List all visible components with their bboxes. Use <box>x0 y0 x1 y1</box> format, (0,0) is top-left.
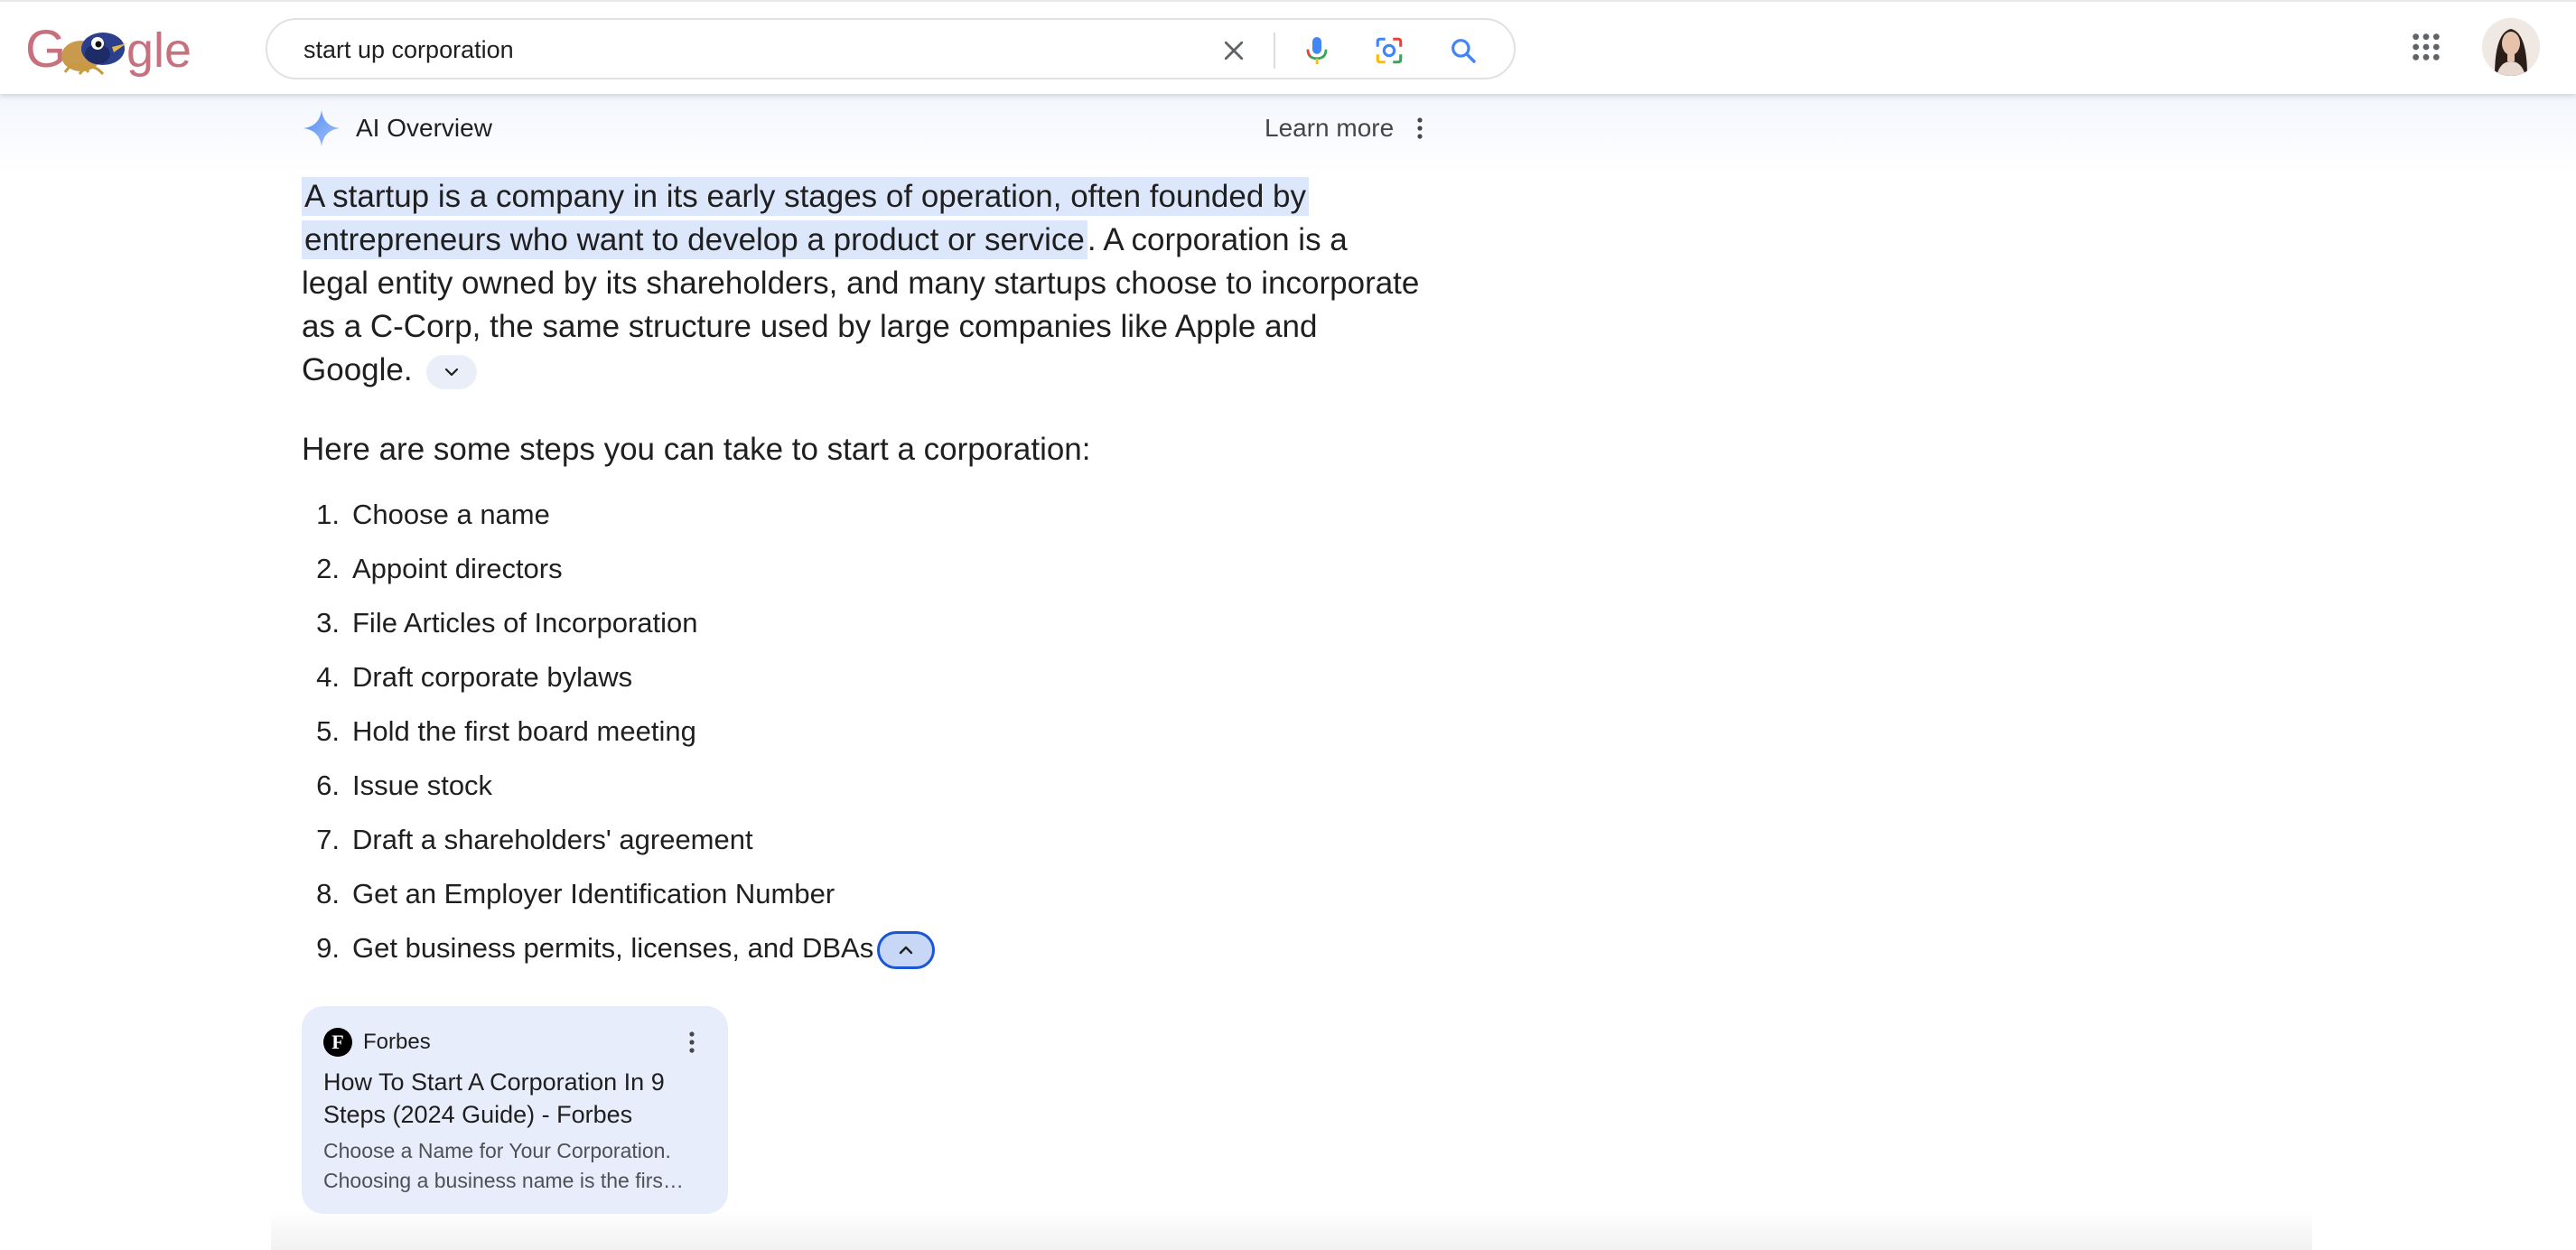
svg-text:G: G <box>25 20 66 79</box>
top-bar: G gle <box>0 0 2576 94</box>
step-number: 3. <box>316 607 340 639</box>
step-text: Draft a shareholders' agreement <box>352 824 753 855</box>
profile-photo-icon <box>2482 18 2540 76</box>
list-item: 2. Appoint directors <box>302 542 1386 596</box>
source-name: Forbes <box>363 1030 431 1054</box>
step-text: Draft corporate bylaws <box>352 661 633 693</box>
step-text: Issue stock <box>352 770 493 801</box>
step-text: Get business permits, licenses, and DBAs <box>352 932 874 964</box>
hide-sources-button[interactable] <box>877 930 936 969</box>
list-item: 8. Get an Employer Identification Number <box>302 867 1386 921</box>
list-item: 9. Get business permits, licenses, and DB… <box>302 921 1386 975</box>
apps-grid-icon <box>2413 33 2440 61</box>
image-search-button[interactable] <box>1369 31 1409 70</box>
step-number: 6. <box>316 770 340 801</box>
search-submit-button[interactable] <box>1443 31 1483 70</box>
svg-text:gle: gle <box>126 23 191 78</box>
step-number: 5. <box>316 715 340 747</box>
source-title[interactable]: How To Start A Corporation In 9 Steps (2… <box>323 1066 712 1131</box>
list-item: 6. Issue stock <box>302 759 1386 813</box>
step-text: Choose a name <box>352 499 550 530</box>
step-text: Get an Employer Identification Number <box>352 878 835 910</box>
ai-overview-title: AI Overview <box>356 114 492 142</box>
more-vert-icon <box>689 1031 695 1053</box>
step-number: 4. <box>316 661 340 693</box>
summary-highlight-line1[interactable]: A startup is a company in its early stag… <box>302 177 1309 216</box>
step-number: 8. <box>316 878 340 910</box>
step-number: 9. <box>316 932 340 964</box>
bottom-fade <box>271 1210 2312 1250</box>
source-menu-button[interactable] <box>681 1026 703 1059</box>
steps-list: 1. Choose a name 2. Appoint directors 3. Fi… <box>302 488 1386 975</box>
list-item: 4. Draft corporate bylaws <box>302 650 1386 704</box>
list-item: 3. File Articles of Incorporation <box>302 596 1386 650</box>
voice-search-button[interactable] <box>1297 31 1337 70</box>
chevron-down-icon <box>445 368 459 376</box>
forbes-logo-icon: F <box>323 1028 352 1057</box>
step-number: 7. <box>316 824 340 855</box>
more-vert-icon <box>1417 117 1423 139</box>
list-item: 5. Hold the first board meeting <box>302 704 1386 759</box>
ai-overview-menu-button[interactable] <box>1409 112 1431 145</box>
source-snippet-line: Choosing a business name is the firs… <box>323 1169 684 1192</box>
step-text: Appoint directors <box>352 553 563 584</box>
ai-overview-summary: A startup is a company in its early stag… <box>302 175 1422 392</box>
learn-more-link[interactable]: Learn more <box>1265 114 1394 143</box>
close-icon <box>1224 41 1244 61</box>
step-number: 2. <box>316 553 340 584</box>
gemini-sparkle-icon <box>303 109 341 147</box>
show-sources-button[interactable] <box>426 354 478 389</box>
lens-camera-icon <box>1376 37 1403 64</box>
source-snippet-line: Choose a Name for Your Corporation. <box>323 1139 671 1162</box>
step-text: Hold the first board meeting <box>352 715 696 747</box>
clear-search-button[interactable] <box>1214 31 1254 70</box>
search-box[interactable] <box>266 18 1516 79</box>
step-text: File Articles of Incorporation <box>352 607 698 639</box>
summary-highlight-line2[interactable]: entrepreneurs who want to develop a prod… <box>302 220 1087 259</box>
source-card-forbes[interactable]: F Forbes How To Start A Corporation In 9… <box>302 1006 728 1214</box>
source-snippet: Choose a Name for Your Corporation. Choo… <box>323 1136 712 1196</box>
step-number: 1. <box>316 499 340 530</box>
search-icon <box>1451 39 1476 63</box>
search-divider <box>1274 33 1275 69</box>
steps-intro: Here are some steps you can take to star… <box>302 432 1091 467</box>
ai-overview-header: AI Overview Learn more <box>302 105 1449 148</box>
list-item: 1. Choose a name <box>302 488 1386 542</box>
account-avatar[interactable] <box>2482 18 2540 76</box>
google-doodle-logo[interactable]: G gle <box>25 20 191 79</box>
google-apps-button[interactable] <box>2404 25 2448 69</box>
chevron-up-icon <box>900 946 913 955</box>
list-item: 7. Draft a shareholders' agreement <box>302 813 1386 867</box>
microphone-icon <box>1306 37 1328 64</box>
